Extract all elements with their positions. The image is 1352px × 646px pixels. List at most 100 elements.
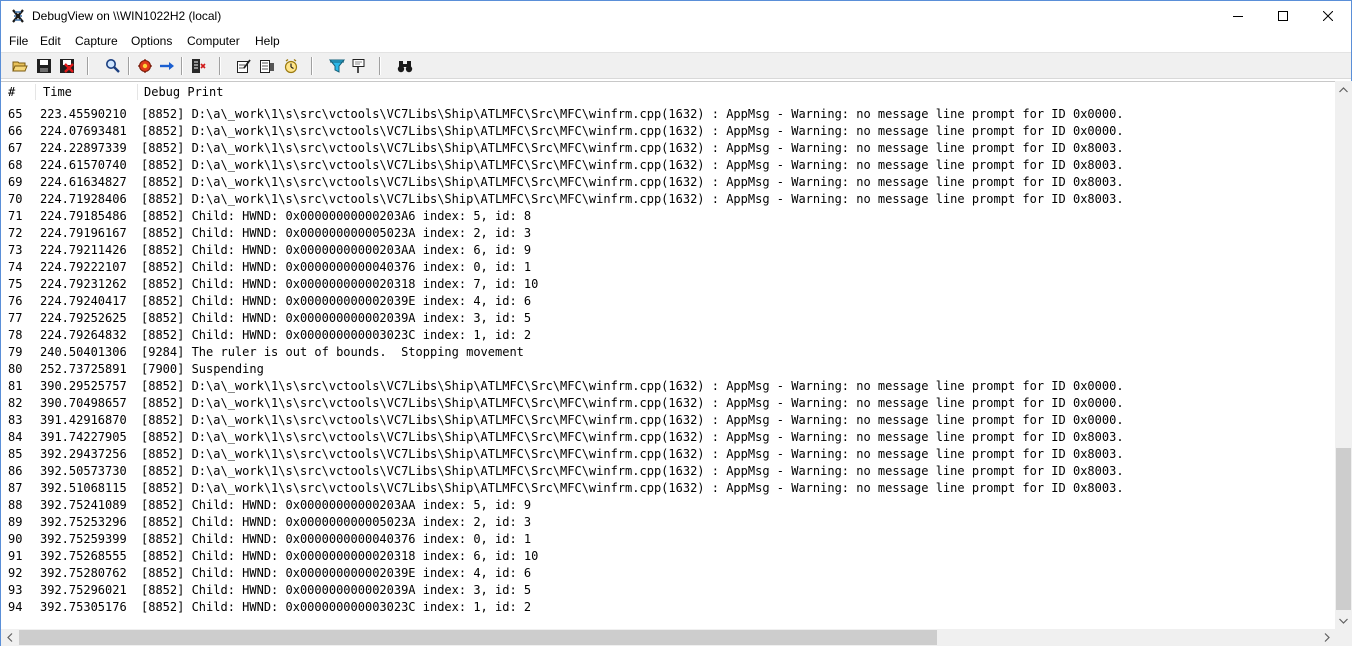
row-time: 392.75241089 xyxy=(40,498,127,512)
history-icon[interactable] xyxy=(189,57,207,75)
menu-help[interactable]: Help xyxy=(255,34,280,48)
row-time: 392.50573730 xyxy=(40,464,127,478)
row-number: 83 xyxy=(8,413,23,427)
menu-capture[interactable]: Capture xyxy=(75,34,118,48)
row-time: 392.75268555 xyxy=(40,549,127,563)
table-row[interactable]: 78 224.79264832 [8852] Child: HWND: 0x0000… xyxy=(1,327,1335,344)
menu-file[interactable]: File xyxy=(9,34,28,48)
capture-win32-icon[interactable] xyxy=(235,57,253,75)
filter-icon[interactable] xyxy=(328,57,346,75)
clock-time-icon[interactable] xyxy=(282,57,300,75)
row-number: 65 xyxy=(8,107,23,121)
table-row[interactable]: 76 224.79240417 [8852] Child: HWND: 0x0000… xyxy=(1,293,1335,310)
minimize-button[interactable] xyxy=(1215,1,1261,31)
table-row[interactable]: 82 390.70498657 [8852] D:\a\_work\1\s\src\… xyxy=(1,395,1335,412)
table-row[interactable]: 87 392.51068115 [8852] D:\a\_work\1\s\src\… xyxy=(1,480,1335,497)
row-time: 223.45590210 xyxy=(40,107,127,121)
table-row[interactable]: 79 240.50401306 [9284] The ruler is out of… xyxy=(1,344,1335,361)
vertical-scrollbar[interactable] xyxy=(1335,81,1352,629)
row-debug-print: [8852] D:\a\_work\1\s\src\vctools\VC7Lib… xyxy=(141,158,1124,172)
column-divider[interactable] xyxy=(137,84,138,100)
row-number: 68 xyxy=(8,158,23,172)
table-row[interactable]: 68 224.61570740 [8852] D:\a\_work\1\s\src\… xyxy=(1,157,1335,174)
scroll-up-arrow-icon[interactable] xyxy=(1335,81,1352,98)
table-row[interactable]: 86 392.50573730 [8852] D:\a\_work\1\s\src\… xyxy=(1,463,1335,480)
save-icon[interactable] xyxy=(35,57,53,75)
table-row[interactable]: 67 224.22897339 [8852] D:\a\_work\1\s\src\… xyxy=(1,140,1335,157)
find-icon[interactable] xyxy=(104,57,122,75)
highlight-icon[interactable] xyxy=(350,57,368,75)
maximize-button[interactable] xyxy=(1260,1,1306,31)
menu-computer[interactable]: Computer xyxy=(187,34,240,48)
table-row[interactable]: 80 252.73725891 [7900] Suspending xyxy=(1,361,1335,378)
horizontal-scrollbar[interactable] xyxy=(1,629,1335,646)
row-time: 252.73725891 xyxy=(40,362,127,376)
table-row[interactable]: 65 223.45590210 [8852] D:\a\_work\1\s\src\… xyxy=(1,106,1335,123)
menu-bar: File Edit Capture Options Computer Help xyxy=(1,31,1351,51)
clear-display-icon[interactable] xyxy=(58,57,76,75)
table-row[interactable]: 90 392.75259399 [8852] Child: HWND: 0x0000… xyxy=(1,531,1335,548)
close-button[interactable] xyxy=(1305,1,1351,31)
row-number: 89 xyxy=(8,515,23,529)
table-row[interactable]: 89 392.75253296 [8852] Child: HWND: 0x0000… xyxy=(1,514,1335,531)
table-row[interactable]: 73 224.79211426 [8852] Child: HWND: 0x0000… xyxy=(1,242,1335,259)
column-header-number[interactable]: # xyxy=(8,85,15,102)
table-row[interactable]: 74 224.79222107 [8852] Child: HWND: 0x0000… xyxy=(1,259,1335,276)
row-time: 390.29525757 xyxy=(40,379,127,393)
row-number: 77 xyxy=(8,311,23,325)
window-title: DebugView on \\WIN1022H2 (local) xyxy=(32,9,222,23)
row-time: 391.74227905 xyxy=(40,430,127,444)
row-debug-print: [8852] Child: HWND: 0x000000000002039A i… xyxy=(141,311,532,325)
column-header-debug-print[interactable]: Debug Print xyxy=(144,85,223,102)
autoscroll-icon[interactable] xyxy=(158,57,176,75)
table-row[interactable]: 77 224.79252625 [8852] Child: HWND: 0x0000… xyxy=(1,310,1335,327)
table-row[interactable]: 84 391.74227905 [8852] D:\a\_work\1\s\src\… xyxy=(1,429,1335,446)
toolbar-separator xyxy=(128,57,130,75)
table-row[interactable]: 66 224.07693481 [8852] D:\a\_work\1\s\src\… xyxy=(1,123,1335,140)
horizontal-scroll-thumb[interactable] xyxy=(19,630,937,645)
debugview-app-icon[interactable] xyxy=(10,8,26,24)
row-time: 224.79185486 xyxy=(40,209,127,223)
table-row[interactable]: 92 392.75280762 [8852] Child: HWND: 0x0000… xyxy=(1,565,1335,582)
row-number: 88 xyxy=(8,498,23,512)
table-row[interactable]: 88 392.75241089 [8852] Child: HWND: 0x0000… xyxy=(1,497,1335,514)
table-row[interactable]: 75 224.79231262 [8852] Child: HWND: 0x0000… xyxy=(1,276,1335,293)
open-icon[interactable] xyxy=(11,57,29,75)
size-grip xyxy=(1335,629,1352,646)
table-row[interactable]: 71 224.79185486 [8852] Child: HWND: 0x0000… xyxy=(1,208,1335,225)
row-debug-print: [8852] Child: HWND: 0x000000000003023C i… xyxy=(141,328,532,342)
scroll-down-arrow-icon[interactable] xyxy=(1335,612,1352,629)
debug-output-list[interactable]: # Time Debug Print 65 223.45590210 [8852] … xyxy=(1,81,1335,629)
row-time: 392.29437256 xyxy=(40,447,127,461)
table-row[interactable]: 72 224.79196167 [8852] Child: HWND: 0x0000… xyxy=(1,225,1335,242)
menu-edit[interactable]: Edit xyxy=(40,34,61,48)
column-divider[interactable] xyxy=(35,84,36,100)
table-row[interactable]: 94 392.75305176 [8852] Child: HWND: 0x0000… xyxy=(1,599,1335,616)
column-header-time[interactable]: Time xyxy=(43,85,72,102)
vertical-scroll-thumb[interactable] xyxy=(1336,448,1351,610)
table-row[interactable]: 85 392.29437256 [8852] D:\a\_work\1\s\src\… xyxy=(1,446,1335,463)
capture-kernel-icon[interactable] xyxy=(258,57,276,75)
row-number: 90 xyxy=(8,532,23,546)
row-debug-print: [8852] D:\a\_work\1\s\src\vctools\VC7Lib… xyxy=(141,124,1124,138)
row-number: 82 xyxy=(8,396,23,410)
row-debug-print: [8852] D:\a\_work\1\s\src\vctools\VC7Lib… xyxy=(141,430,1124,444)
scroll-right-arrow-icon[interactable] xyxy=(1318,629,1335,646)
log-rows: 65 223.45590210 [8852] D:\a\_work\1\s\src\… xyxy=(1,106,1335,616)
row-time: 390.70498657 xyxy=(40,396,127,410)
row-debug-print: [8852] Child: HWND: 0x000000000003023C i… xyxy=(141,600,532,614)
scroll-left-arrow-icon[interactable] xyxy=(1,629,18,646)
table-row[interactable]: 91 392.75268555 [8852] Child: HWND: 0x0000… xyxy=(1,548,1335,565)
capture-icon[interactable] xyxy=(136,57,154,75)
binoculars-icon[interactable] xyxy=(396,57,414,75)
table-row[interactable]: 83 391.42916870 [8852] D:\a\_work\1\s\src\… xyxy=(1,412,1335,429)
row-debug-print: [8852] D:\a\_work\1\s\src\vctools\VC7Lib… xyxy=(141,379,1124,393)
table-row[interactable]: 69 224.61634827 [8852] D:\a\_work\1\s\src\… xyxy=(1,174,1335,191)
row-number: 87 xyxy=(8,481,23,495)
table-row[interactable]: 70 224.71928406 [8852] D:\a\_work\1\s\src\… xyxy=(1,191,1335,208)
menu-options[interactable]: Options xyxy=(131,34,172,48)
title-bar[interactable]: DebugView on \\WIN1022H2 (local) xyxy=(1,1,1351,31)
table-row[interactable]: 81 390.29525757 [8852] D:\a\_work\1\s\src\… xyxy=(1,378,1335,395)
table-row[interactable]: 93 392.75296021 [8852] Child: HWND: 0x0000… xyxy=(1,582,1335,599)
row-number: 91 xyxy=(8,549,23,563)
